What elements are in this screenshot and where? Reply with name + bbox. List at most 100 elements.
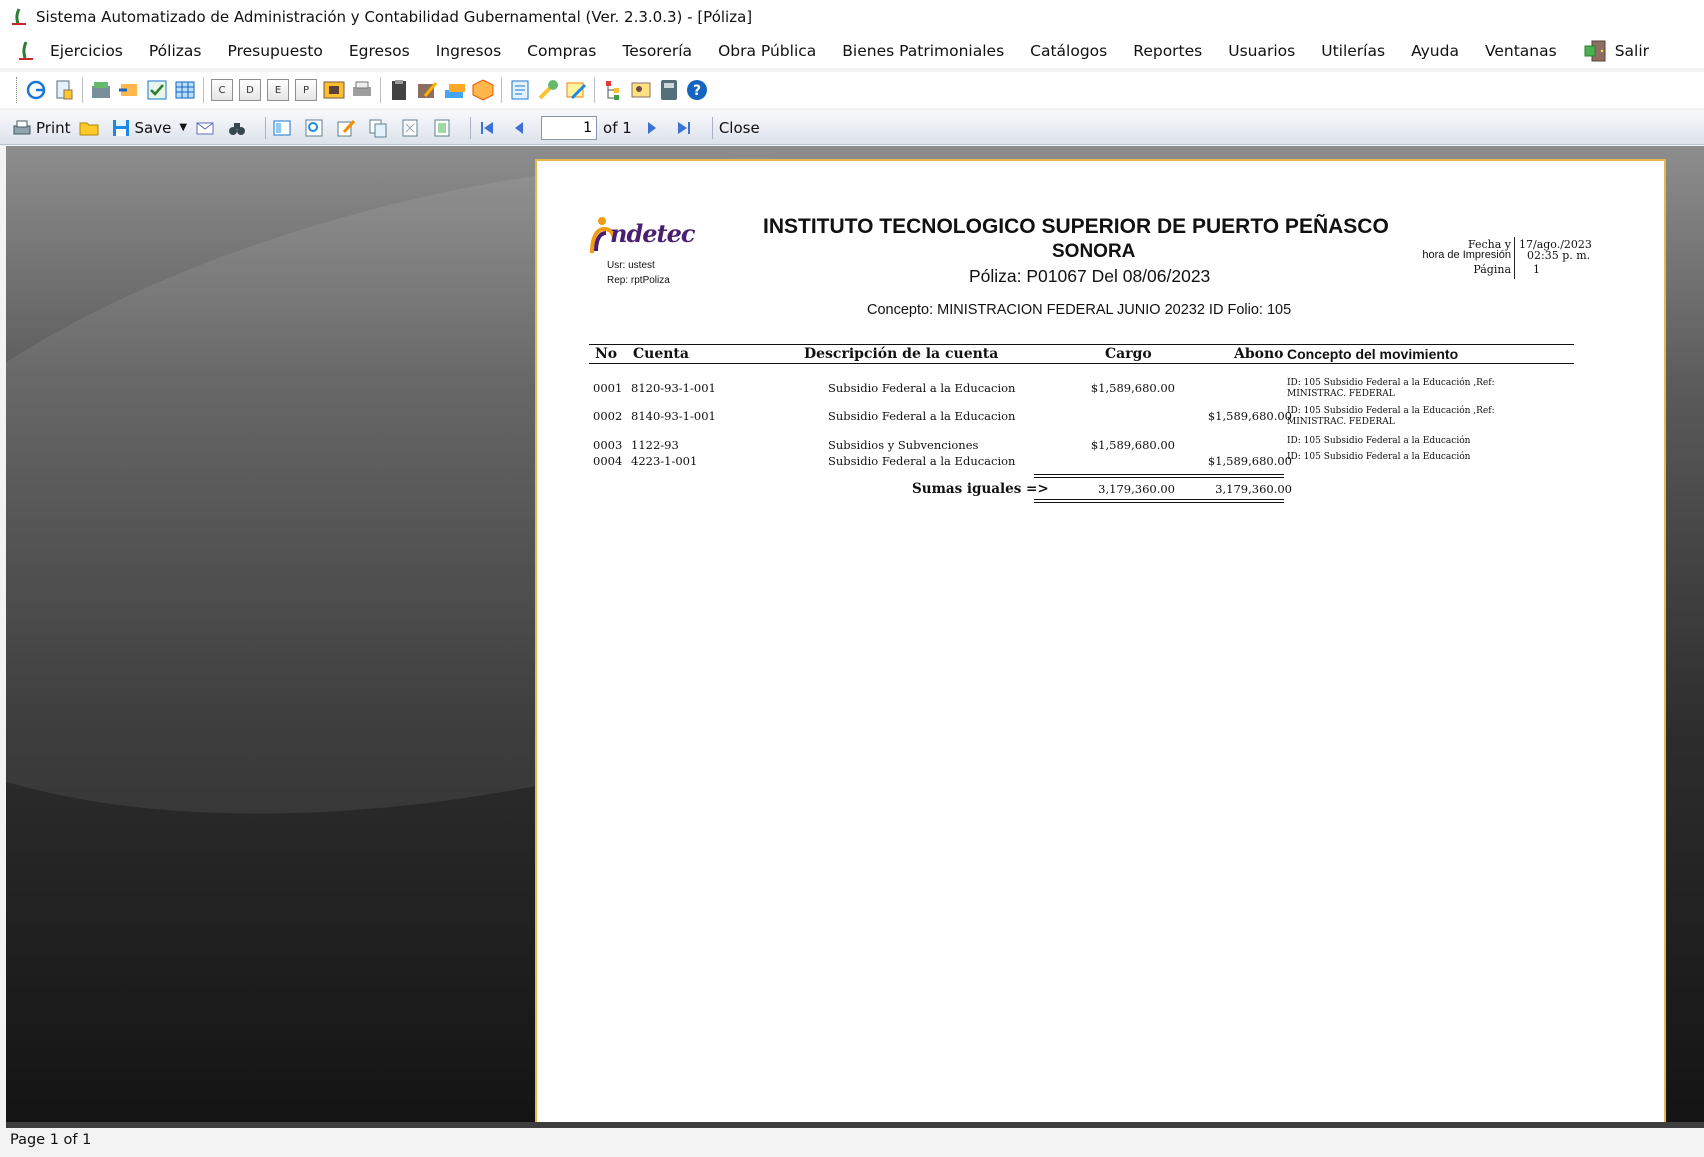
refresh-icon[interactable] [24,78,48,102]
save-dropdown-icon[interactable]: ▼ [179,122,187,133]
menu-usuarios[interactable]: Usuarios [1228,42,1295,60]
previous-page-icon [509,118,529,138]
stack-icon[interactable] [443,78,467,102]
col-cuenta: Cuenta [633,346,689,362]
logo-text: ndetec [610,219,695,248]
pagina-label: Página [1473,263,1511,276]
col-no: No [595,346,618,362]
close-button[interactable]: Close [719,119,760,137]
total-cargo: 3,179,360.00 [1098,482,1175,496]
table-icon[interactable] [173,78,197,102]
toolbar-separator [501,77,502,103]
menu-salir[interactable]: Salir [1583,38,1649,64]
hierarchy-icon[interactable] [601,78,625,102]
import-icon[interactable] [117,78,141,102]
poliza-line: Póliza: P01067 Del 08/06/2023 [969,266,1211,286]
last-page-button[interactable] [674,118,698,138]
open-button[interactable] [79,118,103,138]
row-descripcion: Subsidio Federal a la Educacion [828,381,1016,395]
svg-text:?: ? [693,83,701,99]
edit-book-icon[interactable] [415,78,439,102]
pe-icon[interactable] [322,78,346,102]
col-concepto: Concepto del movimiento [1287,346,1459,362]
menu-utilerias[interactable]: Utilerías [1321,42,1385,60]
table-header-rule [589,363,1574,364]
menu-reportes[interactable]: Reportes [1133,42,1202,60]
menu-obra-publica[interactable]: Obra Pública [718,42,816,60]
letter-c-button[interactable]: C [211,79,233,101]
save-button[interactable]: Save ▼ [111,118,187,138]
database-icon[interactable] [89,78,113,102]
exit-door-icon [1583,38,1609,64]
menu-catalogos[interactable]: Catálogos [1030,42,1107,60]
institution-title: INSTITUTO TECNOLOGICO SUPERIOR DE PUERTO… [763,215,1389,238]
institution-state: SONORA [1052,241,1136,262]
totals-bottom-rule [1034,502,1284,503]
user-card-icon[interactable] [629,78,653,102]
menu-polizas[interactable]: Pólizas [149,42,202,60]
menu-ventanas[interactable]: Ventanas [1485,42,1557,60]
tools-icon[interactable] [536,78,560,102]
print-date-labels: Fecha y hora de Impresión Página [1395,239,1511,275]
report-page: ndetec Usr: ustest Rep: rptPoliza INSTIT… [535,159,1666,1122]
first-page-button[interactable] [477,118,501,138]
row-descripcion: Subsidios y Subvenciones [828,438,979,452]
row-cargo: $1,589,680.00 [1090,438,1175,452]
date-divider [1514,237,1515,279]
totals-label: Sumas iguales => [912,481,1049,497]
page-number: 1 [1533,263,1540,276]
email-button[interactable] [195,118,219,138]
status-top-border [6,1122,1704,1128]
clipboard-icon[interactable] [387,78,411,102]
menu-compras[interactable]: Compras [527,42,596,60]
help-icon[interactable]: ? [685,78,709,102]
copy-pages-icon [368,118,388,138]
row-cuenta: 1122-93 [631,438,679,452]
letter-d-button[interactable]: D [239,79,261,101]
menu-tesoreria[interactable]: Tesorería [622,42,692,60]
edit-button[interactable] [336,118,360,138]
totals-top-rule [1034,474,1284,475]
page-layout-icon [272,118,292,138]
toolbar-separator [711,116,713,139]
print-button[interactable]: Print [12,118,71,138]
toolbar-separator [203,77,204,103]
menu-bar: Ejercicios Pólizas Presupuesto Egresos I… [0,34,1704,68]
menu-ingresos[interactable]: Ingresos [436,42,501,60]
toolbar-separator [82,77,83,103]
title-bar: Sistema Automatizado de Administración y… [0,0,1704,34]
totals-bottom-rule [1034,499,1284,500]
next-page-button[interactable] [642,118,666,138]
row-descripcion: Subsidio Federal a la Educacion [828,454,1016,468]
window-title: Sistema Automatizado de Administración y… [36,8,753,26]
remove-page-button[interactable] [400,118,424,138]
previous-page-button[interactable] [509,118,533,138]
fit-page-icon [432,118,452,138]
page-setup-button[interactable] [272,118,296,138]
concepto-line: Concepto: MINISTRACION FEDERAL JUNIO 202… [867,302,1292,318]
save-icon [111,118,131,138]
toolbar-separator [265,116,267,139]
fit-page-button[interactable] [432,118,456,138]
letter-p-button[interactable]: P [295,79,317,101]
calculator-icon[interactable] [657,78,681,102]
package-icon[interactable] [471,78,495,102]
app-menu-icon[interactable] [16,41,36,61]
pencil-note-icon[interactable] [564,78,588,102]
zoom-button[interactable] [304,118,328,138]
copy-button[interactable] [368,118,392,138]
menu-presupuesto[interactable]: Presupuesto [228,42,323,60]
document-icon[interactable] [52,78,76,102]
col-cargo: Cargo [1105,346,1152,362]
report-list-icon[interactable] [508,78,532,102]
report-name: Rep: rptPoliza [607,275,670,286]
page-number-input[interactable] [541,115,598,140]
checklist-icon[interactable] [145,78,169,102]
menu-egresos[interactable]: Egresos [349,42,410,60]
menu-ayuda[interactable]: Ayuda [1411,42,1459,60]
printer-icon[interactable] [350,78,374,102]
menu-bienes-patrimoniales[interactable]: Bienes Patrimoniales [842,42,1004,60]
letter-e-button[interactable]: E [267,79,289,101]
menu-ejercicios[interactable]: Ejercicios [50,42,123,60]
find-button[interactable] [227,118,251,138]
